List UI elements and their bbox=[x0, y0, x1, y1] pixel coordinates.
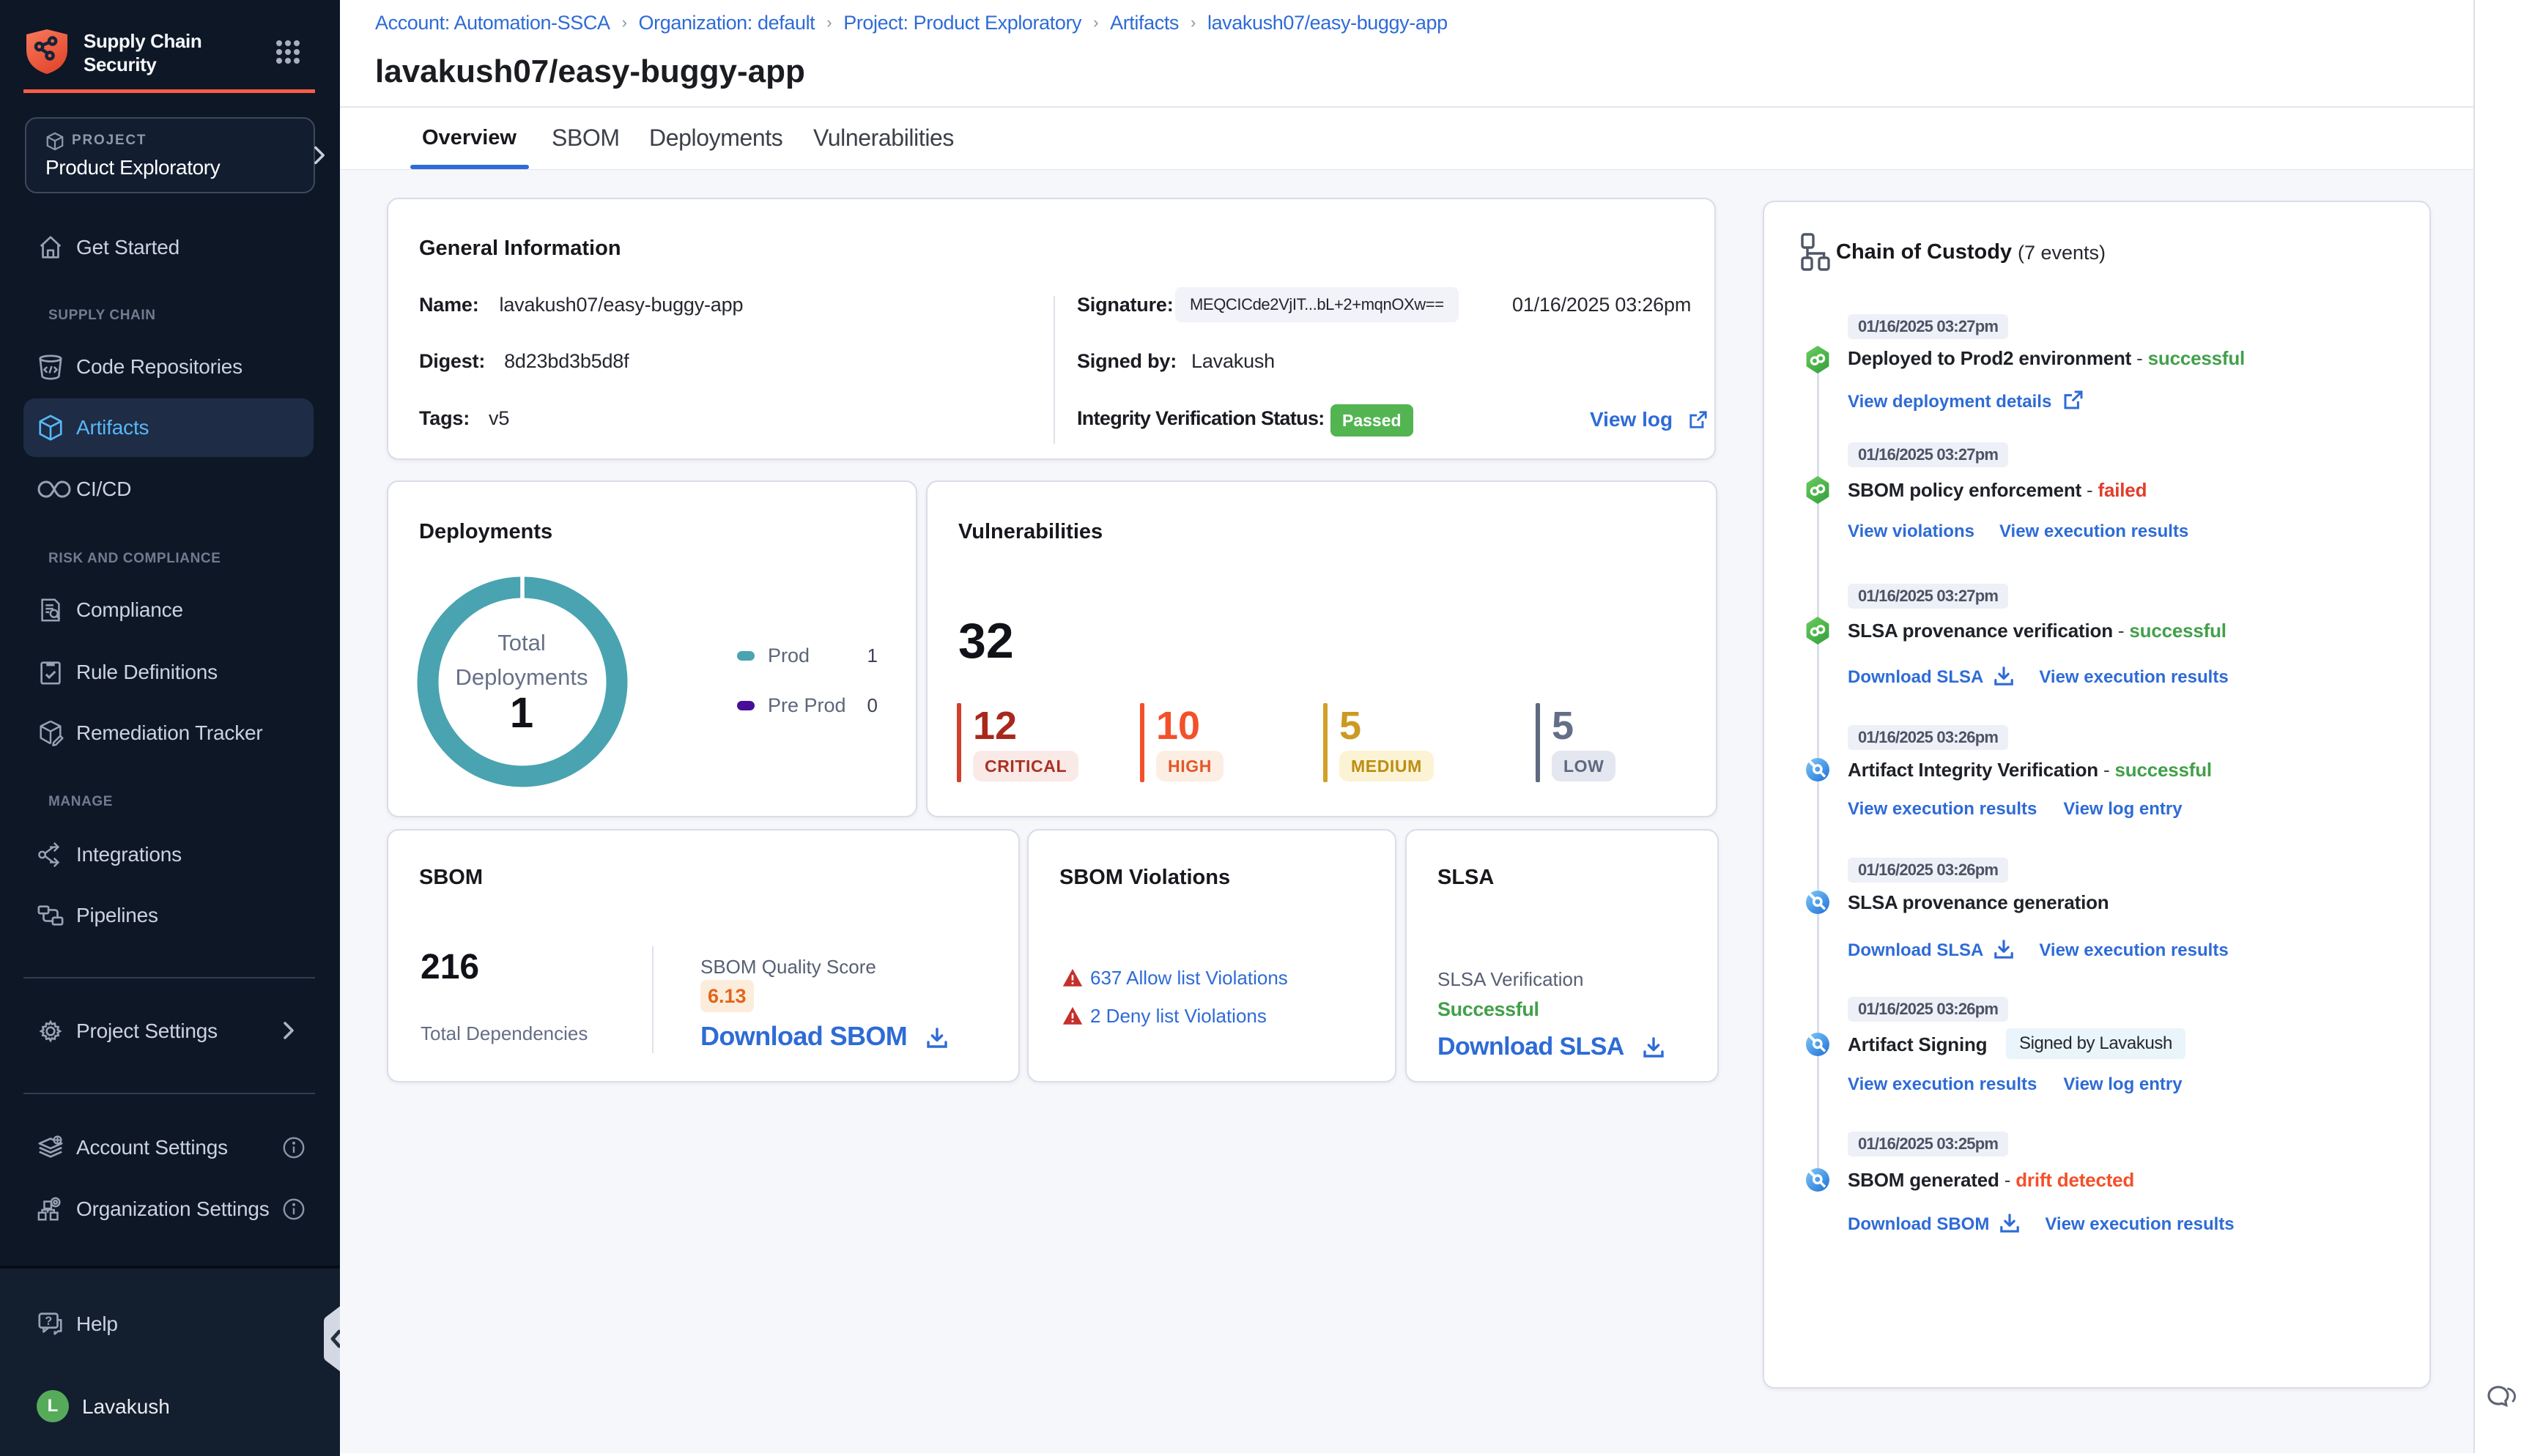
svg-text:?: ? bbox=[45, 1315, 52, 1328]
